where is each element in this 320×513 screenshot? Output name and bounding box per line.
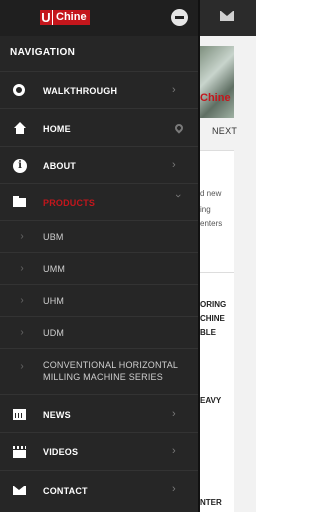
background-banner-image xyxy=(198,46,234,118)
drawer-edge xyxy=(198,0,200,512)
background-card: d new ing enters xyxy=(198,150,234,273)
navigation-drawer: U Chine NAVIGATION WALKTHROUGH › HOME i … xyxy=(0,0,198,512)
nav-item-label: WALKTHROUGH xyxy=(43,86,118,96)
lifering-icon xyxy=(13,84,27,98)
chevron-right-icon: › xyxy=(20,327,24,338)
background-snippet: NTER xyxy=(200,498,222,507)
calendar-icon xyxy=(13,407,27,421)
nav-subitem-label: UHM xyxy=(43,296,65,306)
chevron-right-icon: › xyxy=(20,361,24,372)
background-card: ORING CHINE BLE EAVY NTER xyxy=(198,272,234,512)
mail-icon[interactable] xyxy=(220,11,234,21)
logo-text: Chine xyxy=(52,10,90,25)
nav-item-label: ABOUT xyxy=(43,161,76,171)
drawer-header: U Chine xyxy=(0,0,198,36)
background-top-bar xyxy=(198,0,256,36)
nav-item-videos[interactable]: VIDEOS › xyxy=(0,432,198,471)
chevron-right-icon: › xyxy=(172,445,176,457)
chevron-right-icon: › xyxy=(172,159,176,171)
background-snippet: ORING xyxy=(200,300,227,309)
home-icon xyxy=(13,122,27,136)
nav-item-walkthrough[interactable]: WALKTHROUGH › xyxy=(0,71,198,109)
nav-item-label: NEWS xyxy=(43,410,71,420)
chevron-right-icon: › xyxy=(172,483,176,495)
uchine-logo[interactable]: U Chine xyxy=(40,10,90,25)
nav-subitem-umm[interactable]: › UMM xyxy=(0,252,198,285)
background-banner-text: Chine xyxy=(200,92,231,104)
location-pin-icon xyxy=(173,122,185,134)
nav-subitem-conventional-horizontal[interactable]: › CONVENTIONAL HORIZONTAL MILLING MACHIN… xyxy=(0,348,198,395)
nav-subitem-label: UBM xyxy=(43,232,64,242)
nav-item-products[interactable]: PRODUCTS › xyxy=(0,183,198,221)
folder-icon xyxy=(13,196,27,210)
nav-subitem-label: UMM xyxy=(43,264,66,274)
nav-item-label: VIDEOS xyxy=(43,447,79,457)
nav-subitem-label: UDM xyxy=(43,328,65,338)
background-next-link[interactable]: NEXT xyxy=(212,126,237,136)
background-snippet: enters xyxy=(200,219,223,228)
background-snippet: CHINE xyxy=(200,314,225,323)
background-snippet: d new xyxy=(200,189,222,198)
info-icon: i xyxy=(13,159,27,173)
logo-u: U xyxy=(40,10,52,25)
chevron-right-icon: › xyxy=(20,263,24,274)
background-snippet: EAVY xyxy=(200,396,222,405)
nav-item-contact[interactable]: CONTACT › xyxy=(0,470,198,513)
nav-subitem-label: CONVENTIONAL HORIZONTAL MILLING MACHINE … xyxy=(43,360,178,382)
chevron-right-icon: › xyxy=(20,231,24,242)
nav-subitem-udm[interactable]: › UDM xyxy=(0,316,198,349)
nav-item-label: PRODUCTS xyxy=(43,198,96,208)
nav-subitem-ubm[interactable]: › UBM xyxy=(0,220,198,253)
nav-item-news[interactable]: NEWS › xyxy=(0,394,198,433)
close-drawer-button[interactable] xyxy=(171,9,188,26)
chevron-right-icon: › xyxy=(172,408,176,420)
background-page: Chine NEXT d new ing enters ORING CHINE … xyxy=(198,0,256,512)
nav-item-label: CONTACT xyxy=(43,486,88,496)
nav-item-label: HOME xyxy=(43,124,71,134)
background-snippet: BLE xyxy=(200,328,216,337)
nav-subitem-uhm[interactable]: › UHM xyxy=(0,284,198,317)
envelope-icon xyxy=(13,483,27,497)
chevron-right-icon: › xyxy=(172,84,176,96)
nav-item-home[interactable]: HOME xyxy=(0,108,198,147)
nav-item-about[interactable]: i ABOUT › xyxy=(0,146,198,184)
chevron-right-icon: › xyxy=(20,295,24,306)
background-snippet: ing xyxy=(200,205,211,214)
navigation-title: NAVIGATION xyxy=(10,47,76,58)
chevron-down-icon: › xyxy=(172,194,184,198)
video-icon xyxy=(13,445,27,459)
